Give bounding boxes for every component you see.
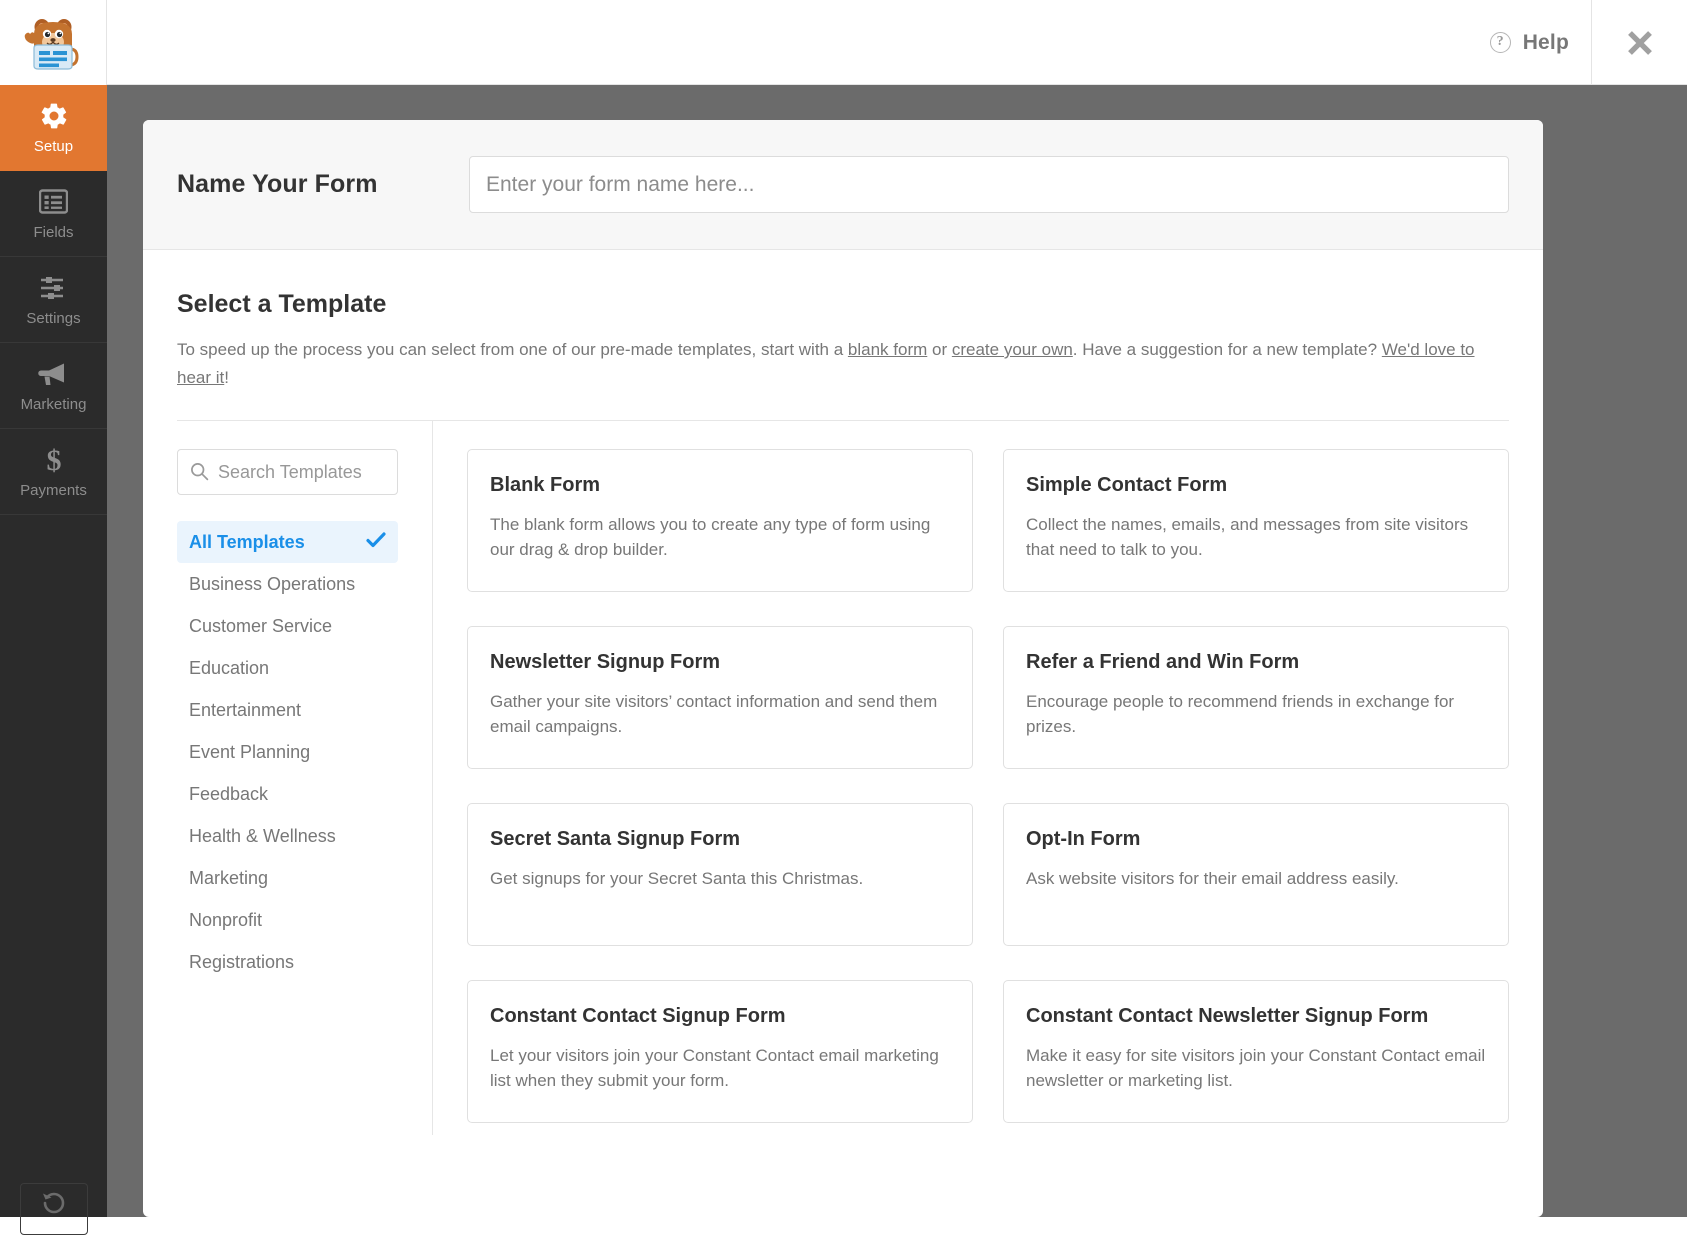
- category-column: All Templates Business Operations Custom…: [143, 421, 433, 1135]
- template-desc: Get signups for your Secret Santa this C…: [490, 869, 864, 888]
- search-templates-input[interactable]: [177, 449, 398, 495]
- setup-panel: Name Your Form Select a Template To spee…: [143, 120, 1543, 1217]
- template-title: Secret Santa Signup Form: [490, 828, 741, 850]
- builder-sidebar: Setup Fields Settings Marketing $ Paymen…: [0, 85, 107, 1235]
- template-grid: Blank Form The blank form allows you to …: [467, 449, 1509, 1123]
- category-label: Customer Service: [189, 615, 333, 636]
- template-title: Simple Contact Form: [1026, 474, 1228, 496]
- form-name-row: Name Your Form: [143, 120, 1543, 250]
- template-desc: Make it easy for site visitors join your…: [1026, 1046, 1486, 1090]
- template-card-blank-form[interactable]: Blank Form The blank form allows you to …: [467, 449, 973, 592]
- category-item-all-templates[interactable]: All Templates: [177, 521, 398, 563]
- blank-form-link[interactable]: blank form: [848, 340, 927, 359]
- page-title: Select a Template: [177, 290, 387, 318]
- category-label: Feedback: [189, 783, 269, 804]
- template-card-simple-contact-form[interactable]: Simple Contact Form Collect the names, e…: [1003, 449, 1509, 592]
- list-icon: [39, 187, 68, 217]
- template-description: To speed up the process you can select f…: [177, 336, 1507, 392]
- category-list: All Templates Business Operations Custom…: [177, 521, 398, 983]
- desc-text-4: !: [224, 368, 229, 387]
- close-button[interactable]: [1591, 0, 1687, 85]
- template-card-newsletter-signup-form[interactable]: Newsletter Signup Form Gather your site …: [467, 626, 973, 769]
- category-label: Registrations: [189, 951, 295, 972]
- category-item-business-operations[interactable]: Business Operations: [177, 563, 398, 605]
- mascot-bear-icon: [24, 18, 79, 70]
- sidebar-item-marketing[interactable]: Marketing: [0, 343, 107, 429]
- template-card-refer-a-friend-and-win-form[interactable]: Refer a Friend and Win Form Encourage pe…: [1003, 626, 1509, 769]
- category-label: Marketing: [189, 867, 269, 888]
- template-desc: Gather your site visitors’ contact infor…: [490, 692, 938, 736]
- category-label: Business Operations: [189, 573, 356, 594]
- category-item-marketing[interactable]: Marketing: [177, 857, 398, 899]
- top-bar: ? Help: [0, 0, 1687, 85]
- category-label: Health & Wellness: [189, 825, 336, 846]
- template-desc: Let your visitors join your Constant Con…: [490, 1046, 939, 1090]
- category-label: Nonprofit: [189, 909, 263, 930]
- help-label: Help: [1522, 30, 1569, 54]
- sidebar-item-setup[interactable]: Setup: [0, 85, 107, 171]
- gear-icon: [39, 101, 69, 131]
- category-item-feedback[interactable]: Feedback: [177, 773, 398, 815]
- question-circle-icon: ?: [1489, 32, 1511, 53]
- template-title: Refer a Friend and Win Form: [1026, 651, 1300, 673]
- help-button[interactable]: ? Help: [1468, 0, 1591, 85]
- template-title: Opt-In Form: [1026, 828, 1141, 850]
- category-item-entertainment[interactable]: Entertainment: [177, 689, 398, 731]
- template-card-secret-santa-signup-form[interactable]: Secret Santa Signup Form Get signups for…: [467, 803, 973, 946]
- template-title: Newsletter Signup Form: [490, 651, 721, 673]
- desc-text-2: or: [927, 340, 952, 359]
- template-desc: Ask website visitors for their email add…: [1026, 869, 1399, 888]
- megaphone-icon: [38, 359, 69, 389]
- revisions-icon: [19, 1183, 88, 1235]
- category-item-education[interactable]: Education: [177, 647, 398, 689]
- template-cards-column: Blank Form The blank form allows you to …: [433, 421, 1543, 1135]
- search-templates-wrap: [177, 449, 398, 495]
- sidebar-item-label: Fields: [33, 223, 74, 241]
- template-desc: Collect the names, emails, and messages …: [1026, 515, 1469, 559]
- category-item-nonprofit[interactable]: Nonprofit: [177, 899, 398, 941]
- template-header: Select a Template To speed up the proces…: [143, 250, 1543, 392]
- template-browser: All Templates Business Operations Custom…: [143, 421, 1543, 1135]
- template-card-opt-in-form[interactable]: Opt-In Form Ask website visitors for the…: [1003, 803, 1509, 946]
- sidebar-item-label: Setup: [33, 137, 74, 155]
- desc-text-1: To speed up the process you can select f…: [177, 340, 848, 359]
- create-your-own-link[interactable]: create your own: [952, 340, 1073, 359]
- template-desc: Encourage people to recommend friends in…: [1026, 692, 1455, 736]
- template-title: Blank Form: [490, 474, 601, 496]
- desc-text-3: . Have a suggestion for a new template?: [1072, 340, 1382, 359]
- category-label: All Templates: [189, 531, 305, 552]
- template-card-constant-contact-newsletter-signup-form[interactable]: Constant Contact Newsletter Signup Form …: [1003, 980, 1509, 1123]
- form-name-input[interactable]: [469, 156, 1509, 213]
- sidebar-item-label: Payments: [20, 481, 87, 499]
- category-item-health-wellness[interactable]: Health & Wellness: [177, 815, 398, 857]
- sliders-icon: [39, 273, 69, 303]
- category-label: Entertainment: [189, 699, 302, 720]
- template-title: Constant Contact Signup Form: [490, 1005, 786, 1027]
- check-icon: [366, 531, 386, 553]
- template-desc: The blank form allows you to create any …: [490, 515, 931, 559]
- template-card-constant-contact-signup-form[interactable]: Constant Contact Signup Form Let your vi…: [467, 980, 973, 1123]
- dollar-sign-icon: $: [43, 445, 65, 475]
- form-name-label: Name Your Form: [177, 170, 378, 198]
- svg-text:$: $: [46, 445, 61, 475]
- category-item-event-planning[interactable]: Event Planning: [177, 731, 398, 773]
- category-item-customer-service[interactable]: Customer Service: [177, 605, 398, 647]
- sidebar-item-payments[interactable]: $ Payments: [0, 429, 107, 515]
- close-icon: [1627, 30, 1652, 55]
- sidebar-bottom-tool[interactable]: [0, 1183, 107, 1235]
- category-label: Education: [189, 657, 270, 678]
- category-label: Event Planning: [189, 741, 311, 762]
- sidebar-item-label: Settings: [26, 309, 81, 327]
- template-title: Constant Contact Newsletter Signup Form: [1026, 1005, 1429, 1027]
- wpforms-mascot-logo[interactable]: [0, 0, 107, 85]
- sidebar-item-settings[interactable]: Settings: [0, 257, 107, 343]
- sidebar-item-fields[interactable]: Fields: [0, 171, 107, 257]
- sidebar-item-label: Marketing: [20, 395, 87, 413]
- category-item-registrations[interactable]: Registrations: [177, 941, 398, 983]
